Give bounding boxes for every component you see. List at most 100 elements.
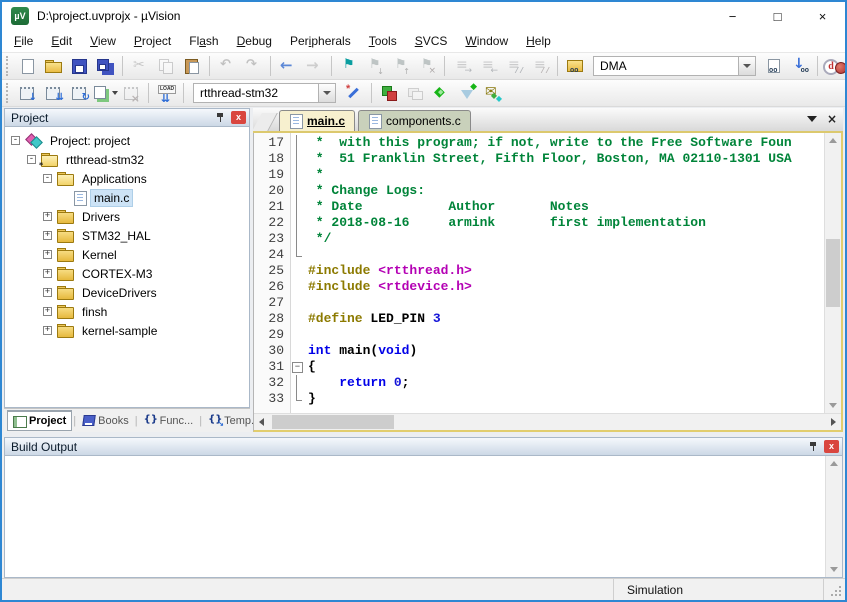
document-close-icon[interactable]: × bbox=[827, 113, 837, 125]
find-text-value[interactable]: DMA bbox=[594, 57, 738, 75]
scroll-down-icon[interactable] bbox=[825, 398, 841, 413]
menu-item-debug[interactable]: Debug bbox=[228, 31, 281, 51]
new-file-button[interactable] bbox=[14, 54, 40, 78]
document-tab-components-c[interactable]: components.c bbox=[358, 110, 471, 131]
toolbar-grip[interactable] bbox=[6, 56, 10, 76]
manage-project-items-button[interactable] bbox=[376, 81, 402, 105]
tree-item-kernel-sample[interactable]: +kernel-sample bbox=[7, 321, 249, 340]
select-software-packs-button[interactable] bbox=[454, 81, 480, 105]
scroll-down-icon[interactable] bbox=[826, 562, 842, 577]
stop-build-button[interactable] bbox=[118, 81, 144, 105]
comment-selection-button[interactable] bbox=[501, 54, 527, 78]
menu-item-flash[interactable]: Flash bbox=[180, 31, 227, 51]
bookmark-clear-all-button[interactable] bbox=[414, 54, 440, 78]
project-panel-close-icon[interactable]: x bbox=[231, 111, 246, 124]
project-windows-button[interactable] bbox=[402, 81, 428, 105]
build-button[interactable] bbox=[40, 81, 66, 105]
menu-item-svcs[interactable]: SVCS bbox=[406, 31, 457, 51]
maximize-button[interactable]: □ bbox=[755, 2, 800, 30]
tree-item-drivers[interactable]: +Drivers bbox=[7, 207, 249, 226]
find-button[interactable] bbox=[761, 54, 787, 78]
bookmark-next-button[interactable] bbox=[362, 54, 388, 78]
find-text-dropdown-button[interactable] bbox=[738, 57, 755, 75]
menu-item-tools[interactable]: Tools bbox=[360, 31, 406, 51]
save-all-button[interactable] bbox=[92, 54, 118, 78]
menu-item-edit[interactable]: Edit bbox=[42, 31, 81, 51]
expand-icon[interactable]: + bbox=[43, 288, 52, 297]
find-in-files-button[interactable] bbox=[562, 54, 588, 78]
panel-tab-project[interactable]: Project bbox=[7, 410, 72, 431]
menu-item-file[interactable]: File bbox=[5, 31, 42, 51]
incremental-find-button[interactable] bbox=[787, 54, 813, 78]
pack-installer-button[interactable] bbox=[480, 81, 506, 105]
outdent-button[interactable] bbox=[475, 54, 501, 78]
manage-run-time-environment-button[interactable] bbox=[428, 81, 454, 105]
expand-icon[interactable]: + bbox=[43, 231, 52, 240]
uncomment-selection-button[interactable] bbox=[527, 54, 553, 78]
fold-marker[interactable] bbox=[290, 359, 304, 375]
copy-button[interactable] bbox=[153, 54, 179, 78]
collapse-icon[interactable]: - bbox=[11, 136, 20, 145]
indent-button[interactable] bbox=[449, 54, 475, 78]
collapse-icon[interactable]: - bbox=[27, 155, 36, 164]
scroll-right-icon[interactable] bbox=[826, 414, 841, 430]
menu-item-help[interactable]: Help bbox=[517, 31, 560, 51]
target-select-combo[interactable]: rtthread-stm32 bbox=[193, 83, 336, 103]
pin-icon[interactable] bbox=[805, 440, 821, 454]
batch-build-button[interactable] bbox=[92, 81, 118, 105]
navigate-back-button[interactable] bbox=[275, 54, 301, 78]
paste-button[interactable] bbox=[179, 54, 205, 78]
scroll-up-icon[interactable] bbox=[826, 456, 842, 471]
menu-item-window[interactable]: Window bbox=[456, 31, 517, 51]
save-button[interactable] bbox=[66, 54, 92, 78]
vertical-scroll-thumb[interactable] bbox=[826, 239, 840, 306]
menu-item-peripherals[interactable]: Peripherals bbox=[281, 31, 360, 51]
code-lines[interactable]: 17 * with this program; if not, write to… bbox=[254, 133, 824, 413]
tree-item-kernel[interactable]: +Kernel bbox=[7, 245, 249, 264]
breakpoint-clipped-button[interactable] bbox=[828, 55, 847, 79]
find-text-combo[interactable]: DMA bbox=[593, 56, 756, 76]
panel-tab-func[interactable]: Func... bbox=[139, 412, 199, 430]
scroll-up-icon[interactable] bbox=[825, 133, 841, 148]
expand-icon[interactable]: + bbox=[43, 212, 52, 221]
cut-button[interactable] bbox=[127, 54, 153, 78]
build-output-close-icon[interactable]: x bbox=[824, 440, 839, 453]
bookmark-previous-button[interactable] bbox=[388, 54, 414, 78]
bookmark-toggle-button[interactable] bbox=[336, 54, 362, 78]
tree-item-devicedrivers[interactable]: +DeviceDrivers bbox=[7, 283, 249, 302]
target-select-value[interactable]: rtthread-stm32 bbox=[194, 84, 318, 102]
options-for-target-button[interactable] bbox=[341, 81, 367, 105]
navigate-forward-button[interactable] bbox=[301, 54, 327, 78]
translate-button[interactable] bbox=[14, 81, 40, 105]
target-select-dropdown-button[interactable] bbox=[318, 84, 335, 102]
expand-icon[interactable]: + bbox=[43, 307, 52, 316]
tree-item-finsh[interactable]: +finsh bbox=[7, 302, 249, 321]
document-tab-main-c[interactable]: main.c bbox=[279, 110, 355, 131]
tree-item-main-c[interactable]: main.c bbox=[7, 188, 249, 207]
tree-item-cortex-m3[interactable]: +CORTEX-M3 bbox=[7, 264, 249, 283]
collapse-icon[interactable]: - bbox=[43, 174, 52, 183]
tree-item-stm32-hal[interactable]: +STM32_HAL bbox=[7, 226, 249, 245]
rebuild-button[interactable] bbox=[66, 81, 92, 105]
pin-icon[interactable] bbox=[212, 111, 228, 125]
menu-item-view[interactable]: View bbox=[81, 31, 125, 51]
redo-button[interactable] bbox=[240, 54, 266, 78]
resize-grip[interactable] bbox=[823, 579, 845, 600]
document-list-dropdown-icon[interactable] bbox=[807, 116, 817, 122]
expand-icon[interactable]: + bbox=[43, 269, 52, 278]
close-button[interactable]: × bbox=[800, 2, 845, 30]
expand-icon[interactable]: + bbox=[43, 250, 52, 259]
undo-button[interactable] bbox=[214, 54, 240, 78]
open-file-button[interactable] bbox=[40, 54, 66, 78]
build-output-content[interactable] bbox=[5, 456, 825, 577]
toolbar-grip[interactable] bbox=[6, 83, 10, 103]
menu-item-project[interactable]: Project bbox=[125, 31, 180, 51]
tree-item-rtthread-stm32[interactable]: -*rtthread-stm32 bbox=[7, 150, 249, 169]
expand-icon[interactable]: + bbox=[43, 326, 52, 335]
scroll-left-icon[interactable] bbox=[254, 414, 269, 430]
load-download-button[interactable] bbox=[153, 81, 179, 105]
tree-item-applications[interactable]: -Applications bbox=[7, 169, 249, 188]
panel-tab-books[interactable]: Books bbox=[77, 412, 134, 430]
minimize-button[interactable]: − bbox=[710, 2, 755, 30]
horizontal-scroll-thumb[interactable] bbox=[272, 415, 394, 429]
